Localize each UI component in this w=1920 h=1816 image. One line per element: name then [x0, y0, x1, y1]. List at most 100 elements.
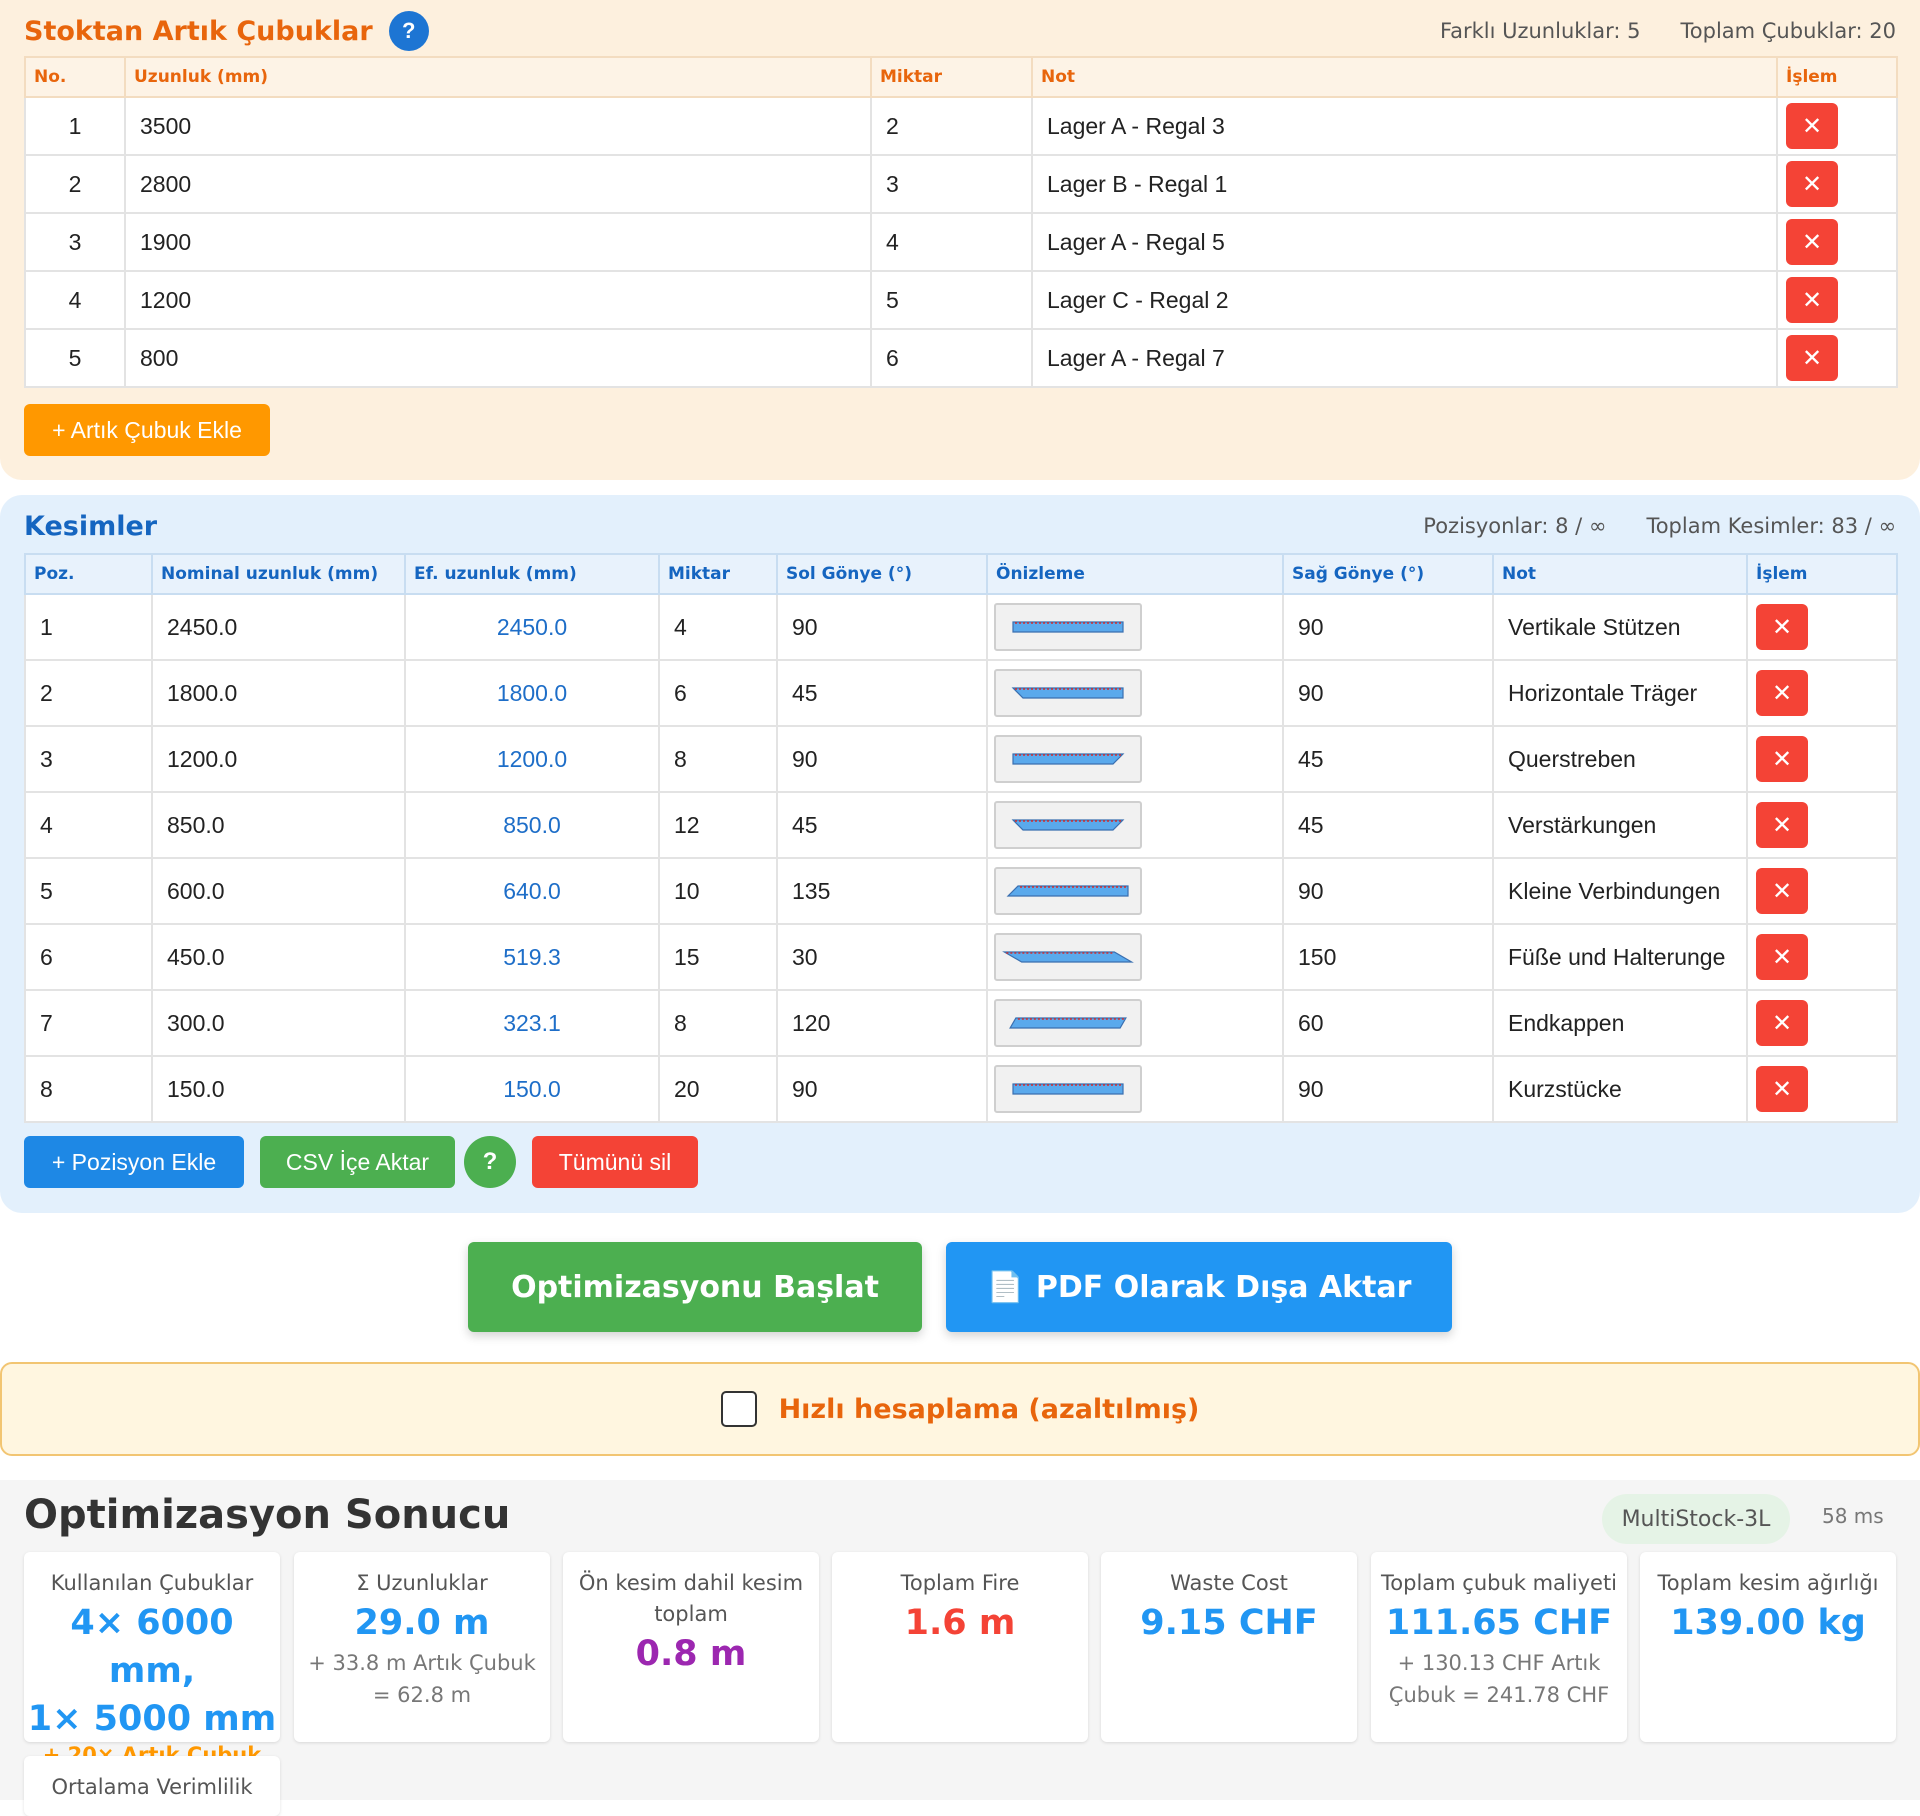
cut-row: 8 150.0 150.0 20 90 90 Kurzstücke ✕ — [24, 1055, 1898, 1123]
stock-note-input[interactable]: Lager B - Regal 1 — [1031, 154, 1778, 214]
cut-note-input[interactable]: Horizontale Träger — [1492, 659, 1748, 727]
cut-right-miter-input[interactable]: 45 — [1282, 791, 1494, 859]
cut-qty-input[interactable]: 6 — [658, 659, 778, 727]
col-no: No. — [24, 56, 126, 98]
delete-button[interactable]: ✕ — [1786, 277, 1838, 323]
export-pdf-button[interactable]: 📄 PDF Olarak Dışa Aktar — [946, 1242, 1452, 1332]
col-note: Not — [1031, 56, 1778, 98]
delete-button[interactable]: ✕ — [1786, 219, 1838, 265]
fast-calc-checkbox[interactable] — [720, 1391, 757, 1427]
stock-qty-input[interactable]: 3 — [870, 154, 1033, 214]
cut-left-miter-input[interactable]: 90 — [776, 1055, 988, 1123]
action-cell: ✕ — [1776, 270, 1898, 330]
cut-qty-input[interactable]: 20 — [658, 1055, 778, 1123]
cut-qty-input[interactable]: 8 — [658, 725, 778, 793]
close-icon: ✕ — [1801, 344, 1823, 372]
card-total-cost: Toplam çubuk maliyeti 111.65 CHF + 130.1… — [1371, 1552, 1627, 1742]
cut-note-input[interactable]: Verstärkungen — [1492, 791, 1748, 859]
cut-nominal-input[interactable]: 1200.0 — [151, 725, 406, 793]
cut-right-miter-input[interactable]: 90 — [1282, 857, 1494, 925]
stock-length-input[interactable]: 800 — [124, 328, 872, 388]
csv-help-button[interactable]: ? — [464, 1136, 516, 1188]
delete-button[interactable]: ✕ — [1786, 103, 1838, 149]
close-icon: ✕ — [1771, 679, 1793, 707]
cut-qty-input[interactable]: 15 — [658, 923, 778, 991]
stock-qty-input[interactable]: 4 — [870, 212, 1033, 272]
cut-left-miter-input[interactable]: 45 — [776, 791, 988, 859]
cut-right-miter-input[interactable]: 150 — [1282, 923, 1494, 991]
cut-right-miter-input[interactable]: 45 — [1282, 725, 1494, 793]
stock-note-input[interactable]: Lager A - Regal 5 — [1031, 212, 1778, 272]
action-cell: ✕ — [1746, 989, 1898, 1057]
cut-note-input[interactable]: Kurzstücke — [1492, 1055, 1748, 1123]
cut-left-miter-input[interactable]: 30 — [776, 923, 988, 991]
cut-qty-input[interactable]: 4 — [658, 593, 778, 661]
cut-nominal-input[interactable]: 300.0 — [151, 989, 406, 1057]
cut-pos: 1 — [24, 593, 153, 661]
add-position-button[interactable]: + Pozisyon Ekle — [24, 1136, 244, 1188]
card-value: 1× 5000 mm — [27, 1699, 277, 1739]
cut-nominal-input[interactable]: 1800.0 — [151, 659, 406, 727]
cut-note-input[interactable]: Querstreben — [1492, 725, 1748, 793]
cut-left-miter-input[interactable]: 135 — [776, 857, 988, 925]
delete-button[interactable]: ✕ — [1756, 1066, 1808, 1112]
stock-note-input[interactable]: Lager A - Regal 3 — [1031, 96, 1778, 156]
delete-button[interactable]: ✕ — [1786, 335, 1838, 381]
delete-button[interactable]: ✕ — [1756, 604, 1808, 650]
delete-button[interactable]: ✕ — [1756, 1000, 1808, 1046]
cut-note-input[interactable]: Endkappen — [1492, 989, 1748, 1057]
fast-calc-label[interactable]: Hızlı hesaplama (azaltılmış) — [779, 1394, 1200, 1425]
cut-qty-input[interactable]: 8 — [658, 989, 778, 1057]
card-value: 0.8 m — [635, 1634, 747, 1674]
start-optimization-button[interactable]: Optimizasyonu Başlat — [468, 1242, 922, 1332]
action-cell: ✕ — [1776, 96, 1898, 156]
delete-button[interactable]: ✕ — [1756, 868, 1808, 914]
cut-qty-input[interactable]: 10 — [658, 857, 778, 925]
stock-length-input[interactable]: 1900 — [124, 212, 872, 272]
cut-left-miter-input[interactable]: 120 — [776, 989, 988, 1057]
delete-all-button[interactable]: Tümünü sil — [532, 1136, 698, 1188]
cut-nominal-input[interactable]: 850.0 — [151, 791, 406, 859]
cut-left-miter-input[interactable]: 90 — [776, 593, 988, 661]
cut-right-miter-input[interactable]: 60 — [1282, 989, 1494, 1057]
stock-qty-input[interactable]: 6 — [870, 328, 1033, 388]
cut-qty-input[interactable]: 12 — [658, 791, 778, 859]
action-cell: ✕ — [1746, 659, 1898, 727]
cut-right-miter-input[interactable]: 90 — [1282, 659, 1494, 727]
delete-button[interactable]: ✕ — [1786, 161, 1838, 207]
close-icon: ✕ — [1771, 1075, 1793, 1103]
cut-note-input[interactable]: Kleine Verbindungen — [1492, 857, 1748, 925]
stock-note-input[interactable]: Lager C - Regal 2 — [1031, 270, 1778, 330]
cut-nominal-input[interactable]: 150.0 — [151, 1055, 406, 1123]
card-label: Ön kesim dahil kesim toplam — [563, 1568, 819, 1630]
close-icon: ✕ — [1801, 228, 1823, 256]
cut-nominal-input[interactable]: 2450.0 — [151, 593, 406, 661]
stock-qty-input[interactable]: 5 — [870, 270, 1033, 330]
cut-effective-length: 2450.0 — [404, 593, 660, 661]
add-leftover-bar-button[interactable]: + Artık Çubuk Ekle — [24, 404, 270, 456]
delete-button[interactable]: ✕ — [1756, 736, 1808, 782]
cut-left-miter-input[interactable]: 45 — [776, 659, 988, 727]
cut-right-miter-input[interactable]: 90 — [1282, 1055, 1494, 1123]
cut-pos: 2 — [24, 659, 153, 727]
stock-length-input[interactable]: 1200 — [124, 270, 872, 330]
stock-note-input[interactable]: Lager A - Regal 7 — [1031, 328, 1778, 388]
delete-button[interactable]: ✕ — [1756, 934, 1808, 980]
stock-length-input[interactable]: 2800 — [124, 154, 872, 214]
cut-note-input[interactable]: Vertikale Stützen — [1492, 593, 1748, 661]
delete-button[interactable]: ✕ — [1756, 802, 1808, 848]
miter-shape — [1012, 753, 1125, 765]
csv-import-button[interactable]: CSV İçe Aktar — [260, 1136, 455, 1188]
stock-qty-input[interactable]: 2 — [870, 96, 1033, 156]
cut-right-miter-input[interactable]: 90 — [1282, 593, 1494, 661]
cut-nominal-input[interactable]: 450.0 — [151, 923, 406, 991]
stock-length-input[interactable]: 3500 — [124, 96, 872, 156]
col-action: İşlem — [1746, 553, 1898, 595]
cut-left-miter-input[interactable]: 90 — [776, 725, 988, 793]
cut-note-input[interactable]: Füße und Halterunge — [1492, 923, 1748, 991]
stock-help-button[interactable]: ? — [388, 11, 429, 51]
cut-nominal-input[interactable]: 600.0 — [151, 857, 406, 925]
cut-preview — [994, 603, 1142, 651]
delete-button[interactable]: ✕ — [1756, 670, 1808, 716]
stock-section: Stoktan Artık Çubuklar ? Farklı Uzunlukl… — [0, 0, 1920, 480]
